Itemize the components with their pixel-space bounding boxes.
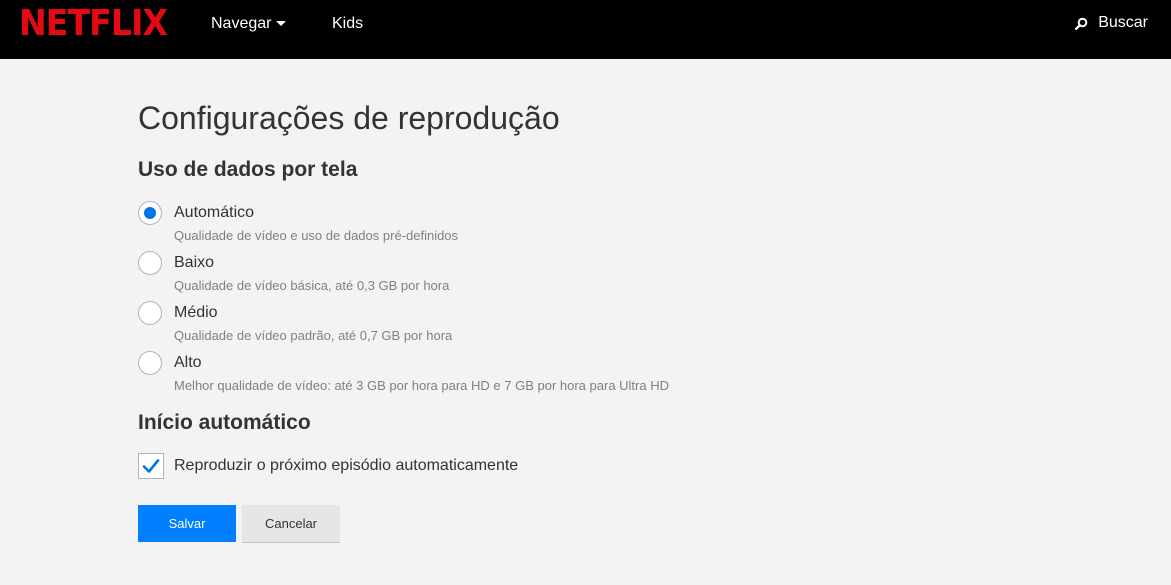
page-title: Configurações de reprodução	[138, 100, 560, 136]
radio-auto[interactable]	[138, 201, 162, 225]
autoplay-next-episode-checkbox[interactable]	[138, 453, 164, 479]
data-option-medium[interactable]: Médio Qualidade de vídeo padrão, até 0,7…	[138, 301, 838, 345]
option-label[interactable]: Médio	[174, 304, 218, 322]
top-navigation-bar: NETFLIX Navegar Kids Buscar	[0, 0, 1171, 59]
autoplay-next-episode-label[interactable]: Reproduzir o próximo episódio automatica…	[174, 457, 518, 475]
radio-high[interactable]	[138, 351, 162, 375]
nav-kids-link[interactable]: Kids	[332, 15, 363, 33]
search-icon	[1075, 17, 1088, 30]
data-option-high[interactable]: Alto Melhor qualidade de vídeo: até 3 GB…	[138, 351, 838, 395]
data-option-low[interactable]: Baixo Qualidade de vídeo básica, até 0,3…	[138, 251, 838, 295]
nav-browse-menu[interactable]: Navegar	[211, 15, 287, 33]
data-usage-section-title: Uso de dados por tela	[138, 158, 358, 181]
option-description: Qualidade de vídeo e uso de dados pré-de…	[174, 228, 459, 243]
option-description: Qualidade de vídeo padrão, até 0,7 GB po…	[174, 328, 453, 343]
autoplay-next-episode-option[interactable]: Reproduzir o próximo episódio automatica…	[138, 453, 638, 479]
radio-low[interactable]	[138, 251, 162, 275]
autoplay-section-title: Início automático	[138, 411, 311, 434]
radio-medium[interactable]	[138, 301, 162, 325]
option-label[interactable]: Baixo	[174, 254, 214, 272]
search-button[interactable]: Buscar	[1075, 14, 1148, 32]
caret-down-icon	[276, 21, 287, 27]
netflix-logo[interactable]: NETFLIX	[19, 3, 168, 45]
save-button[interactable]: Salvar	[138, 505, 236, 542]
check-icon	[142, 459, 160, 473]
option-description: Qualidade de vídeo básica, até 0,3 GB po…	[174, 278, 450, 293]
search-label: Buscar	[1098, 14, 1148, 31]
option-label[interactable]: Alto	[174, 354, 202, 372]
data-option-auto[interactable]: Automático Qualidade de vídeo e uso de d…	[138, 201, 838, 245]
nav-browse-label: Navegar	[211, 15, 272, 32]
cancel-button[interactable]: Cancelar	[242, 505, 340, 542]
option-description: Melhor qualidade de vídeo: até 3 GB por …	[174, 378, 669, 393]
option-label[interactable]: Automático	[174, 204, 254, 222]
